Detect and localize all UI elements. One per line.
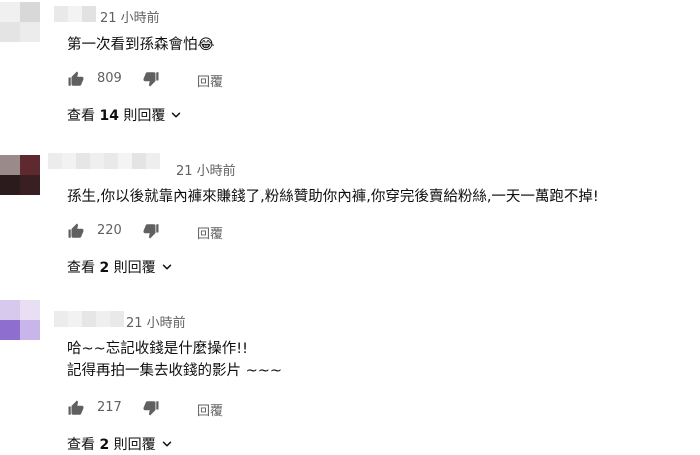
view-replies-prefix: 查看 bbox=[67, 437, 100, 453]
thumb-up-icon[interactable] bbox=[67, 399, 85, 417]
comment-actions: 809 回覆 bbox=[67, 70, 307, 90]
reply-count: 2 bbox=[99, 260, 110, 276]
thumb-up-icon[interactable] bbox=[67, 222, 85, 240]
comment-line: 孫生,你以後就靠內褲來賺錢了,粉絲贊助你內褲,你穿完後賣給粉絲,一天一萬跑不掉! bbox=[67, 189, 599, 205]
avatar[interactable] bbox=[0, 155, 40, 195]
like-count: 220 bbox=[97, 223, 122, 238]
comment-text: 哈~~忘記收錢是什麼操作!! 記得再拍一集去收錢的影片 ~~~ bbox=[67, 338, 282, 382]
view-replies-suffix: 則回覆 bbox=[118, 108, 166, 124]
view-replies-suffix: 則回覆 bbox=[109, 260, 156, 276]
comment-line: 哈~~忘記收錢是什麼操作!! bbox=[67, 341, 248, 357]
comment-actions: 220 回覆 bbox=[67, 222, 307, 242]
comment-thread: 21 小時前 第一次看到孫森會怕😂 809 回覆 查看 14 則回覆 bbox=[0, 0, 700, 140]
comment-line: 記得再拍一集去收錢的影片 ~~~ bbox=[67, 363, 283, 379]
chevron-down-icon bbox=[172, 112, 181, 118]
comment-thread: 21 小時前 哈~~忘記收錢是什麼操作!! 記得再拍一集去收錢的影片 ~~~ 2… bbox=[0, 300, 700, 455]
chevron-down-icon bbox=[162, 441, 171, 447]
reply-count: 14 bbox=[99, 108, 119, 124]
comment-timestamp[interactable]: 21 小時前 bbox=[100, 7, 160, 26]
author-name[interactable] bbox=[48, 153, 170, 169]
thumb-down-icon[interactable] bbox=[142, 70, 160, 88]
chevron-down-icon bbox=[162, 264, 171, 270]
avatar[interactable] bbox=[0, 300, 40, 340]
comment-actions: 217 回覆 bbox=[67, 399, 307, 419]
comment-text: 孫生,你以後就靠內褲來賺錢了,粉絲贊助你內褲,你穿完後賣給粉絲,一天一萬跑不掉! bbox=[67, 186, 599, 208]
author-name[interactable] bbox=[54, 311, 124, 327]
thumb-up-icon[interactable] bbox=[67, 70, 85, 88]
reply-button[interactable]: 回覆 bbox=[197, 223, 223, 242]
comment-text: 第一次看到孫森會怕😂 bbox=[67, 34, 214, 56]
reply-button[interactable]: 回覆 bbox=[197, 71, 223, 90]
view-replies-prefix: 查看 bbox=[67, 260, 100, 276]
view-replies-button[interactable]: 查看 14 則回覆 bbox=[67, 105, 183, 125]
author-name[interactable] bbox=[54, 6, 96, 22]
comment-thread: 21 小時前 孫生,你以後就靠內褲來賺錢了,粉絲贊助你內褲,你穿完後賣給粉絲,一… bbox=[0, 145, 700, 290]
comment-timestamp[interactable]: 21 小時前 bbox=[176, 160, 236, 179]
view-replies-button[interactable]: 查看 2 則回覆 bbox=[67, 434, 174, 454]
thumb-down-icon[interactable] bbox=[142, 222, 160, 240]
like-count: 809 bbox=[97, 71, 122, 86]
comment-line: 第一次看到孫森會怕😂 bbox=[67, 37, 215, 53]
avatar[interactable] bbox=[0, 2, 40, 42]
view-replies-button[interactable]: 查看 2 則回覆 bbox=[67, 257, 174, 277]
view-replies-prefix: 查看 bbox=[67, 108, 100, 124]
reply-count: 2 bbox=[99, 437, 110, 453]
thumb-down-icon[interactable] bbox=[142, 399, 160, 417]
comment-timestamp[interactable]: 21 小時前 bbox=[126, 312, 186, 331]
like-count: 217 bbox=[97, 400, 122, 415]
reply-button[interactable]: 回覆 bbox=[197, 400, 223, 419]
view-replies-suffix: 則回覆 bbox=[109, 437, 156, 453]
